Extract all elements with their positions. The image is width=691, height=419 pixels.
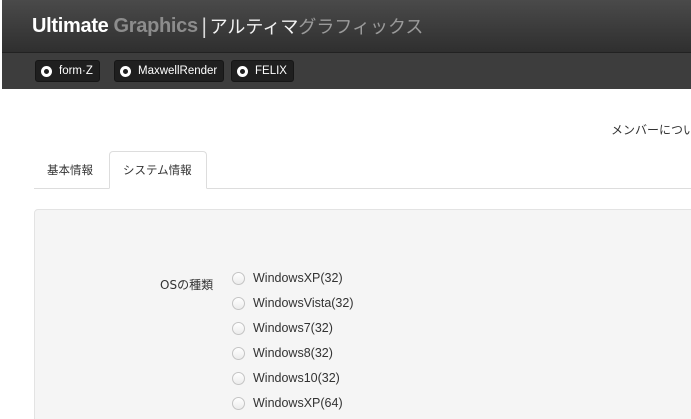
- logo-jp-secondary: グラフィックス: [298, 17, 424, 38]
- product-nav: form·Z MaxwellRender FELIX: [2, 53, 691, 89]
- page: Ultimate Graphics | アルティマ グラフィックス form·Z…: [0, 0, 691, 419]
- logo-graphics-text: Graphics: [113, 14, 199, 37]
- radio-button[interactable]: [232, 371, 245, 385]
- logo-separator: |: [200, 14, 208, 38]
- nav-felix-button[interactable]: FELIX: [231, 60, 294, 82]
- soccer-ball-icon: [41, 65, 52, 77]
- nav-formz-label: form·Z: [59, 65, 93, 77]
- logo-jp-primary: アルティマ: [209, 17, 299, 38]
- nav-maxwellrender-button[interactable]: MaxwellRender: [114, 60, 225, 82]
- soccer-ball-icon: [237, 65, 248, 77]
- os-option-label: Windows7(32): [253, 321, 333, 335]
- os-option-win7-32[interactable]: Windows7(32): [232, 319, 333, 337]
- os-option-winxp-64[interactable]: WindowsXP(64): [232, 394, 343, 412]
- tab-system-info-label: システム情報: [123, 163, 192, 177]
- nav-maxwellrender-label: MaxwellRender: [138, 65, 218, 77]
- os-type-label: OSの種類: [160, 278, 214, 292]
- soccer-ball-icon: [120, 65, 131, 77]
- system-info-panel: [34, 209, 691, 419]
- site-header: Ultimate Graphics | アルティマ グラフィックス form·Z…: [2, 0, 691, 89]
- member-info-link[interactable]: メンバーについ: [611, 121, 691, 138]
- os-option-win8-32[interactable]: Windows8(32): [232, 344, 333, 362]
- os-option-win10-32[interactable]: Windows10(32): [232, 369, 340, 387]
- tab-system-info[interactable]: システム情報: [109, 151, 207, 189]
- radio-button[interactable]: [232, 321, 245, 335]
- os-option-winxp-32[interactable]: WindowsXP(32): [232, 269, 343, 287]
- site-logo[interactable]: Ultimate Graphics | アルティマ グラフィックス: [32, 11, 423, 41]
- os-option-winvista-32[interactable]: WindowsVista(32): [232, 294, 354, 312]
- os-option-label: WindowsXP(32): [253, 271, 343, 285]
- os-option-label: Windows8(32): [253, 346, 333, 360]
- radio-button[interactable]: [232, 396, 245, 410]
- nav-formz-button[interactable]: form·Z: [35, 60, 100, 82]
- radio-button[interactable]: [232, 296, 245, 310]
- radio-button[interactable]: [232, 271, 245, 285]
- logo-ultimate-text: Ultimate: [32, 14, 109, 37]
- tab-basic-info[interactable]: 基本情報: [47, 162, 93, 178]
- brand-bar: Ultimate Graphics | アルティマ グラフィックス: [2, 0, 691, 53]
- os-option-label: Windows10(32): [253, 371, 340, 385]
- os-option-label: WindowsXP(64): [253, 396, 343, 410]
- radio-button[interactable]: [232, 346, 245, 360]
- os-option-label: WindowsVista(32): [253, 296, 354, 310]
- nav-felix-label: FELIX: [255, 65, 287, 77]
